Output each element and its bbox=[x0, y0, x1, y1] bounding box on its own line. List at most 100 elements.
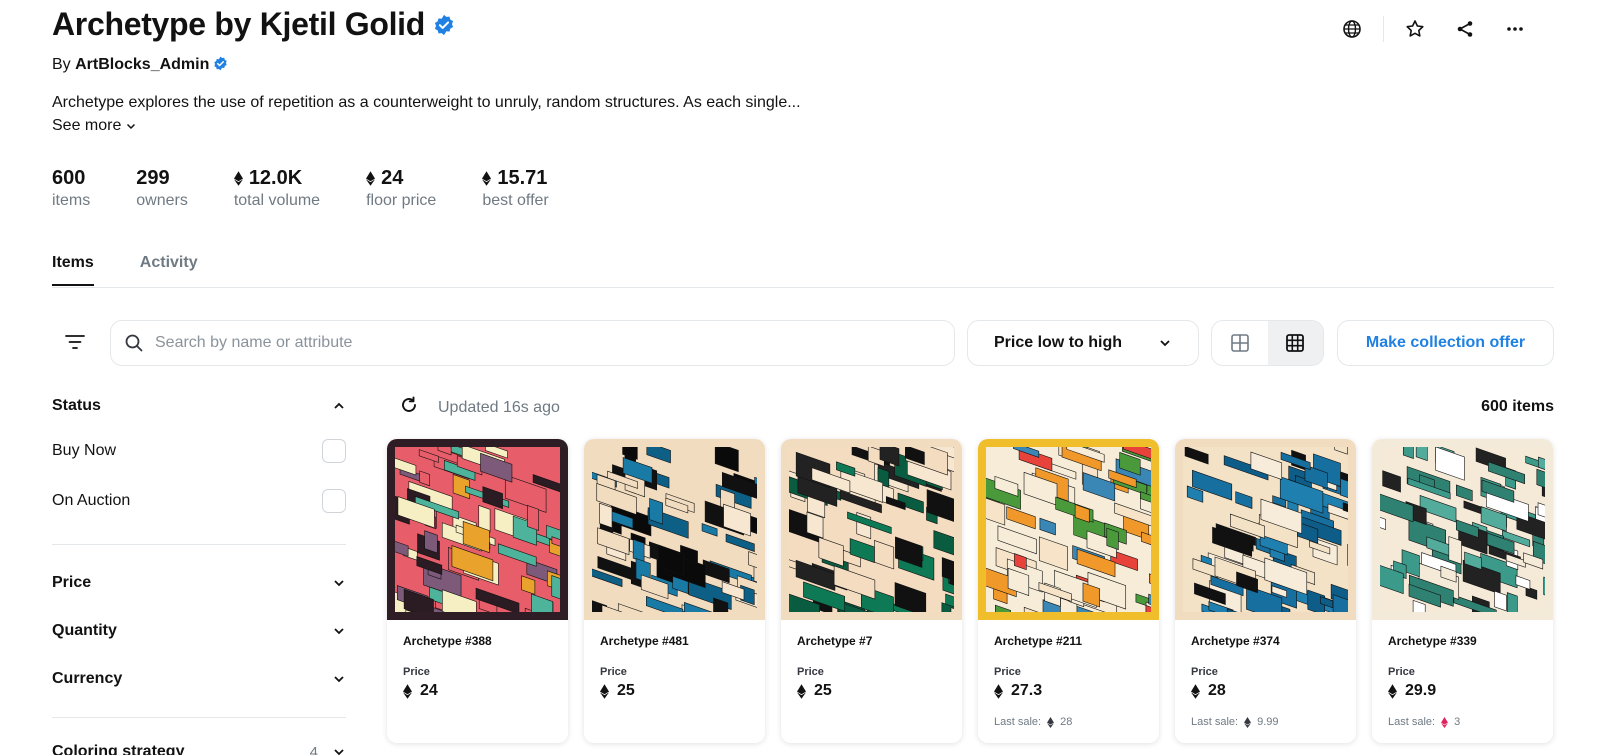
collection-description: Archetype explores the use of repetition… bbox=[52, 94, 801, 111]
filter-sidebar: Status Buy Now On Auction Price Quantity… bbox=[52, 386, 346, 755]
item-price-value: 29.9 bbox=[1405, 682, 1437, 699]
item-card[interactable]: Archetype #339 Price 29.9 Last sale: 3 bbox=[1372, 439, 1553, 743]
item-card-body: Archetype #481 Price 25 bbox=[584, 620, 765, 714]
price-filter-header[interactable]: Price bbox=[52, 559, 346, 607]
item-card[interactable]: Archetype #7 Price 25 bbox=[781, 439, 962, 743]
large-grid-icon bbox=[1230, 334, 1249, 352]
item-image-frame bbox=[1175, 439, 1356, 620]
creator-link[interactable]: ArtBlocks_Admin bbox=[75, 56, 209, 73]
make-collection-offer-button[interactable]: Make collection offer bbox=[1337, 320, 1554, 366]
item-image-frame bbox=[584, 439, 765, 620]
ethereum-icon bbox=[1388, 683, 1397, 699]
stat-value-text: 24 bbox=[381, 167, 404, 189]
share-icon bbox=[1457, 21, 1473, 37]
ethereum-icon bbox=[1244, 716, 1252, 728]
ethereum-icon bbox=[482, 171, 492, 186]
see-more-button[interactable]: See more bbox=[52, 117, 137, 135]
tabs-divider bbox=[52, 287, 1554, 288]
stat-value: 12.0K bbox=[233, 167, 320, 190]
header-divider bbox=[1383, 16, 1384, 42]
last-sale-label: Last sale: bbox=[1388, 716, 1436, 728]
ethereum-icon bbox=[233, 171, 243, 186]
item-name: Archetype #7 bbox=[797, 634, 873, 648]
item-artwork bbox=[592, 447, 757, 612]
stat-value-text: 15.71 bbox=[497, 167, 548, 189]
results-status: Updated 16s ago bbox=[400, 396, 560, 419]
stat-best-offer: 15.71 best offer bbox=[482, 167, 549, 210]
item-price: 25 bbox=[600, 682, 749, 700]
more-icon bbox=[1507, 27, 1523, 31]
more-options-button[interactable] bbox=[1490, 14, 1540, 44]
chevron-down-icon bbox=[127, 123, 136, 130]
price-label: Price bbox=[1388, 666, 1415, 678]
coloring-strategy-filter-header[interactable]: Coloring strategy 4 bbox=[52, 732, 346, 755]
item-card[interactable]: Archetype #211 Price 27.3 Last sale: 28 bbox=[978, 439, 1159, 743]
ethereum-icon bbox=[1047, 716, 1055, 728]
item-card-body: Archetype #339 Price 29.9 Last sale: 3 bbox=[1372, 620, 1553, 742]
item-card-body: Archetype #388 Price 24 bbox=[387, 620, 568, 714]
price-label: Price bbox=[403, 666, 430, 678]
item-card[interactable]: Archetype #374 Price 28 Last sale: 9.99 bbox=[1175, 439, 1356, 743]
sidebar-divider bbox=[52, 717, 346, 718]
stat-value: 299 bbox=[136, 167, 188, 190]
buy-now-checkbox[interactable] bbox=[322, 439, 346, 463]
currency-filter-label: Currency bbox=[52, 670, 123, 687]
compact-grid-view-button[interactable] bbox=[1267, 321, 1323, 365]
refresh-button[interactable] bbox=[400, 396, 418, 419]
tab-items[interactable]: Items bbox=[52, 254, 94, 286]
stat-items: 600 items bbox=[52, 167, 90, 210]
buy-now-label: Buy Now bbox=[52, 442, 117, 459]
status-filter-header[interactable]: Status bbox=[52, 386, 346, 426]
item-card-body: Archetype #374 Price 28 Last sale: 9.99 bbox=[1175, 620, 1356, 742]
chevron-down-icon bbox=[334, 580, 344, 587]
ethereum-icon bbox=[600, 683, 609, 699]
chevron-down-icon bbox=[1160, 340, 1170, 347]
filter-toggle-button[interactable] bbox=[60, 329, 90, 355]
price-label: Price bbox=[797, 666, 824, 678]
item-card[interactable]: Archetype #388 Price 24 bbox=[387, 439, 568, 743]
chevron-down-icon bbox=[334, 676, 344, 683]
tab-activity[interactable]: Activity bbox=[140, 254, 198, 286]
price-label: Price bbox=[1191, 666, 1218, 678]
share-button[interactable] bbox=[1440, 14, 1490, 44]
item-card-body: Archetype #211 Price 27.3 Last sale: 28 bbox=[978, 620, 1159, 742]
star-icon bbox=[1406, 20, 1424, 37]
status-filter-label: Status bbox=[52, 397, 101, 414]
ethereum-icon bbox=[403, 683, 412, 699]
search-input[interactable] bbox=[155, 334, 954, 352]
item-artwork bbox=[789, 447, 954, 612]
item-price: 25 bbox=[797, 682, 946, 700]
item-price: 27.3 bbox=[994, 682, 1143, 700]
large-grid-view-button[interactable] bbox=[1212, 321, 1268, 365]
last-sale-value: 28 bbox=[1060, 716, 1073, 728]
last-sale-label: Last sale: bbox=[994, 716, 1042, 728]
favorite-button[interactable] bbox=[1390, 14, 1440, 44]
item-price-value: 25 bbox=[814, 682, 832, 699]
status-option-buy-now: Buy Now bbox=[52, 426, 346, 476]
currency-filter-header[interactable]: Currency bbox=[52, 655, 346, 703]
ethereum-icon bbox=[1441, 716, 1449, 728]
view-mode-toggle bbox=[1211, 320, 1324, 366]
sort-dropdown[interactable]: Price low to high bbox=[967, 320, 1199, 366]
stat-value-text: 12.0K bbox=[248, 167, 303, 189]
stat-value-text: 299 bbox=[136, 167, 170, 189]
item-name: Archetype #374 bbox=[1191, 634, 1280, 648]
website-button[interactable] bbox=[1327, 14, 1377, 44]
last-sale-value: 9.99 bbox=[1257, 716, 1279, 728]
item-card[interactable]: Archetype #481 Price 25 bbox=[584, 439, 765, 743]
collection-stats: 600 items 299 owners 12.0K total volume 24 floo… bbox=[52, 167, 595, 210]
refresh-icon bbox=[402, 396, 416, 412]
stat-value: 15.71 bbox=[482, 167, 548, 190]
on-auction-checkbox[interactable] bbox=[322, 489, 346, 513]
collection-header: Archetype by Kjetil Golid bbox=[52, 6, 455, 43]
price-label: Price bbox=[994, 666, 1021, 678]
collection-title: Archetype by Kjetil Golid bbox=[52, 6, 426, 42]
quantity-filter-header[interactable]: Quantity bbox=[52, 607, 346, 655]
by-prefix: By bbox=[52, 56, 71, 73]
last-sale: Last sale: 3 bbox=[1388, 716, 1537, 728]
stat-total-volume: 12.0K total volume bbox=[233, 167, 320, 210]
price-label: Price bbox=[600, 666, 627, 678]
item-artwork bbox=[395, 447, 560, 612]
item-artwork bbox=[986, 447, 1151, 612]
item-price-value: 28 bbox=[1208, 682, 1226, 699]
